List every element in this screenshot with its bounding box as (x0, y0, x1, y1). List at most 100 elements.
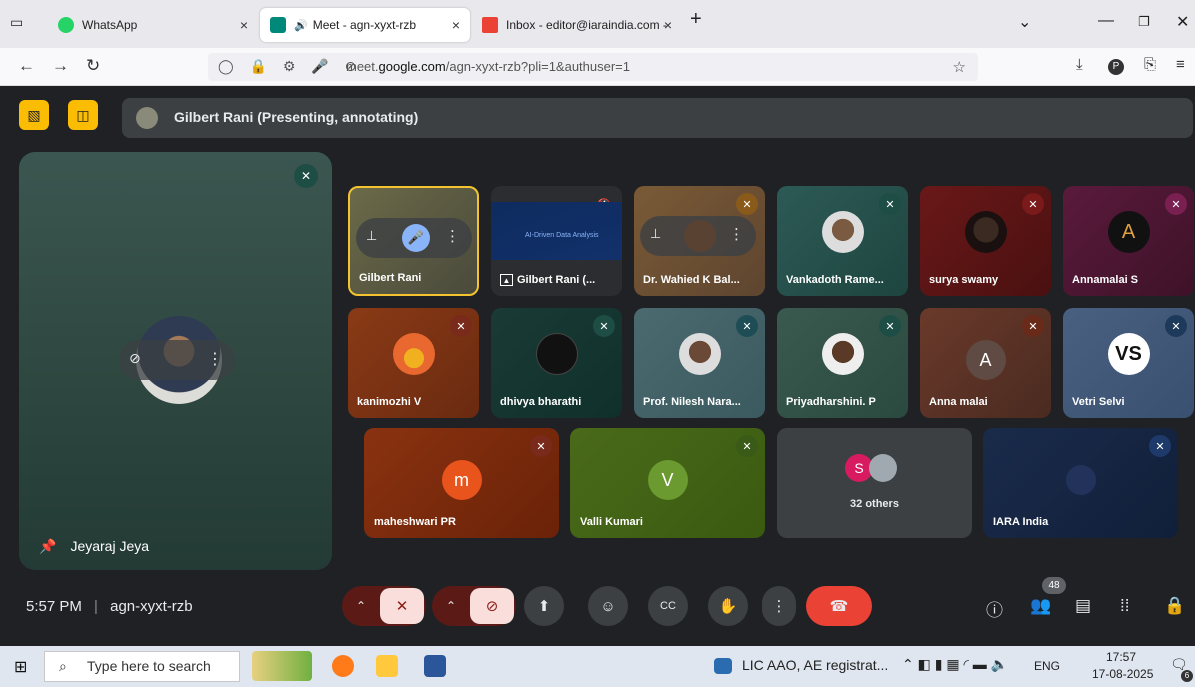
participant-tile[interactable]: ✕ A Annamalai S (1063, 186, 1194, 296)
layout-icon[interactable]: ◫ (68, 100, 98, 130)
leave-call-button[interactable]: ☎ (806, 586, 872, 626)
close-tab-icon[interactable]: × (452, 17, 460, 33)
participant-tile[interactable]: ✕ Vankadoth Rame... (777, 186, 908, 296)
participant-tile[interactable]: ✕ IARA India (983, 428, 1178, 538)
extensions-icon[interactable]: ⎘ (1144, 56, 1156, 73)
chevron-up-icon[interactable]: ⌃ (446, 599, 456, 613)
participant-tile[interactable]: ✕ A Anna malai (920, 308, 1051, 418)
mic-off-icon: ✕ (450, 315, 472, 337)
tab-whatsapp[interactable]: WhatsApp × (48, 8, 258, 42)
presenting-label: Gilbert Rani (Presenting, annotating) (174, 109, 419, 125)
participant-tile[interactable]: ✕ Priyadharshini. P (777, 308, 908, 418)
participant-tile[interactable]: ✕ ⊥ ⋮ Dr. Wahied K Bal... (634, 186, 765, 296)
tab-title: Meet - agn-xyxt-rzb (312, 18, 417, 32)
taskbar-time[interactable]: 17:57 (1106, 650, 1136, 664)
more-options-icon[interactable]: ⋮ (445, 227, 460, 245)
more-options-button[interactable]: ⋮ (762, 586, 796, 626)
participant-tile[interactable]: ✕ surya swamy (920, 186, 1051, 296)
file-explorer-icon[interactable] (376, 655, 398, 677)
word-icon[interactable] (424, 655, 446, 677)
tray-icons[interactable]: ⌃ ◧ ▮ ▦ ◜ ▬ 🔈 (902, 656, 1008, 673)
menu-icon[interactable]: ≡ (1176, 56, 1185, 73)
participants-count-badge: 48 (1042, 577, 1066, 594)
whatsapp-icon (58, 17, 74, 33)
participant-tile[interactable]: ✕ V Valli Kumari (570, 428, 765, 538)
participant-tile[interactable]: ✕ Prof. Nilesh Nara... (634, 308, 765, 418)
audio-group[interactable]: ⌃ ✕ (342, 586, 426, 626)
raise-hand-button[interactable]: ✋ (708, 586, 748, 626)
tab-list-icon[interactable]: ▭ (10, 14, 23, 31)
chevron-up-icon[interactable]: ⌃ (356, 599, 366, 613)
pin-icon[interactable]: ⊥ (650, 226, 661, 242)
unpin-icon[interactable]: ⊘ (129, 350, 141, 367)
participant-name: maheshwari PR (374, 516, 456, 528)
tab-gmail[interactable]: Inbox - editor@iaraindia.com - × (472, 8, 682, 42)
participant-tile[interactable]: ⊥ 🎤 ⋮ Gilbert Rani (348, 186, 479, 296)
tile-controls[interactable]: ⊥ 🎤 ⋮ (356, 218, 472, 258)
close-tab-icon[interactable]: × (240, 17, 248, 33)
download-icon[interactable]: ⤓ (1076, 56, 1083, 73)
present-button[interactable]: ⬆ (524, 586, 564, 626)
presentation-tile[interactable]: 🔇 AI-Driven Data Analysis Gilbert Rani (… (491, 186, 622, 296)
taskbar-search[interactable]: ⌕ Type here to search (44, 651, 240, 682)
participant-video (678, 333, 721, 375)
people-icon[interactable]: 👥 (1030, 596, 1051, 616)
tile-controls[interactable]: ⊘ ⋮ (119, 340, 235, 380)
back-icon[interactable]: ← (18, 56, 35, 76)
windows-start-icon[interactable]: ⊞ (14, 657, 27, 677)
host-controls-icon[interactable]: 🔒 (1164, 596, 1185, 616)
camera-off-button[interactable]: ⊘ (470, 588, 514, 624)
tab-title: Inbox - editor@iaraindia.com - (506, 18, 667, 32)
pinned-participant-tile[interactable]: ✕ ⊘ ⋮ 📌 Jeyaraj Jeya (19, 152, 332, 570)
participant-tile[interactable]: ✕ VS Vetri Selvi (1063, 308, 1194, 418)
participant-tile[interactable]: ✕ dhivya bharathi (491, 308, 622, 418)
site-info-icons[interactable]: ◯ 🔒 ⚙ 🎤 ⊘ (218, 58, 362, 75)
forward-icon[interactable]: → (52, 56, 69, 76)
new-tab-button[interactable]: + (690, 8, 702, 31)
account-icon[interactable]: P (1108, 59, 1124, 75)
slide-preview: AI-Driven Data Analysis (491, 202, 622, 260)
minimize-icon[interactable]: — (1098, 12, 1114, 30)
emoji-button[interactable]: ☺ (588, 586, 628, 626)
video-group[interactable]: ⌃ ⊘ (432, 586, 516, 626)
mic-off-button[interactable]: ✕ (380, 588, 424, 624)
close-window-icon[interactable]: ✕ (1176, 12, 1189, 32)
mic-off-icon: ✕ (593, 315, 615, 337)
reload-icon[interactable]: ↻ (86, 56, 100, 76)
more-options-icon[interactable]: ⋮ (729, 225, 744, 243)
more-options-icon[interactable]: ⋮ (207, 349, 223, 369)
participant-tile[interactable]: ✕ m maheshwari PR (364, 428, 559, 538)
language-indicator[interactable]: ENG (1034, 659, 1060, 673)
firefox-icon[interactable] (332, 655, 354, 677)
taskbar-date[interactable]: 17-08-2025 (1092, 667, 1153, 681)
initial-avatar: m (441, 460, 482, 500)
pin-icon[interactable]: ⊥ (366, 228, 377, 244)
others-tile[interactable]: S 32 others (777, 428, 972, 538)
captions-button[interactable]: CC (648, 586, 688, 626)
info-icon[interactable]: ⓘ (986, 596, 1003, 621)
notification-text[interactable]: LIC AAO, AE registrat... (742, 657, 888, 673)
participant-name: IARA India (993, 516, 1049, 528)
chat-icon[interactable]: ▤ (1075, 596, 1091, 616)
news-widget-icon[interactable] (252, 651, 312, 681)
stop-annotating-icon[interactable]: ▧ (19, 100, 49, 130)
mic-icon[interactable]: 🎤 (402, 224, 430, 252)
participant-name: surya swamy (929, 274, 999, 286)
bookmark-star-icon[interactable]: ☆ (953, 58, 966, 76)
close-tab-icon[interactable]: × (664, 17, 672, 33)
participant-name: Dr. Wahied K Bal... (643, 274, 740, 286)
participant-name: Vetri Selvi (1072, 396, 1125, 408)
tab-dropdown-icon[interactable]: ⌄ (1018, 12, 1031, 32)
separator: | (94, 598, 98, 615)
participant-tile[interactable]: ✕ kanimozhi V (348, 308, 479, 418)
gmail-icon (482, 17, 498, 33)
meet-icon (270, 17, 286, 33)
mic-off-icon: ✕ (736, 315, 758, 337)
activities-icon[interactable]: ⁞⁞ (1120, 596, 1129, 616)
restore-icon[interactable]: ❐ (1138, 14, 1150, 30)
tab-meet[interactable]: 🔊 Meet - agn-xyxt-rzb × (260, 8, 470, 42)
mic-off-icon: ✕ (736, 193, 758, 215)
present-icon: ▲ (500, 274, 513, 286)
address-bar[interactable]: ◯ 🔒 ⚙ 🎤 ⊘ meet.google.com/agn-xyxt-rzb?p… (208, 53, 978, 81)
tile-controls[interactable]: ⊥ ⋮ (640, 216, 756, 256)
